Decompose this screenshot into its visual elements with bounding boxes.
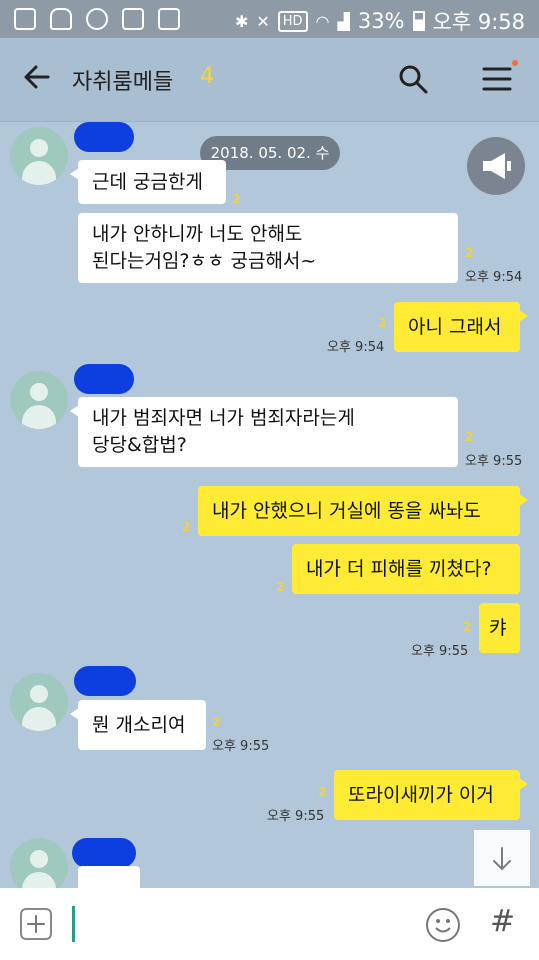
message-time: 오후 9:55 bbox=[411, 644, 469, 659]
megaphone-icon bbox=[483, 153, 511, 179]
message-time: 오후 9:54 bbox=[327, 340, 385, 355]
unread-count: 2 bbox=[465, 246, 474, 260]
message-bubble[interactable]: 내가 범죄자면 너가 범죄자라는게 당당&합법? bbox=[70, 397, 458, 467]
avatar[interactable] bbox=[10, 673, 68, 731]
avatar[interactable] bbox=[10, 127, 68, 185]
add-notification-icon bbox=[14, 8, 36, 30]
unread-count: 2 bbox=[318, 785, 327, 799]
new-badge-dot bbox=[512, 60, 518, 66]
redacted-name bbox=[74, 666, 136, 696]
status-right: ✱ ✕ HD ◠ ▟ 33% 오후 9:58 bbox=[235, 6, 525, 36]
my-message-bubble[interactable]: 내가 안했으니 거실에 똥을 싸놔도 bbox=[198, 486, 528, 536]
unread-count: 2 bbox=[232, 192, 241, 206]
scroll-to-bottom-button[interactable] bbox=[474, 830, 530, 886]
bell-icon bbox=[50, 8, 72, 30]
plus-icon bbox=[27, 915, 45, 933]
room-title: 자취룸메들 bbox=[72, 70, 174, 95]
message-text: 내가 더 피해를 끼쳤다? bbox=[306, 557, 492, 580]
battery-percent: 33% bbox=[357, 9, 405, 33]
status-bar: ✱ ✕ HD ◠ ▟ 33% 오후 9:58 bbox=[0, 0, 539, 38]
message-input[interactable] bbox=[72, 906, 75, 942]
my-message-bubble[interactable]: 또라이새끼가 이거 bbox=[334, 770, 528, 820]
redacted-name bbox=[74, 364, 134, 394]
menu-icon[interactable] bbox=[482, 66, 512, 92]
bluetooth-icon: ✱ bbox=[234, 11, 249, 31]
alarm-icon bbox=[86, 8, 108, 30]
back-arrow-icon[interactable] bbox=[22, 62, 52, 92]
emoji-button[interactable] bbox=[426, 908, 460, 942]
youtube-icon bbox=[122, 8, 144, 30]
message-bubble[interactable]: 근데 궁금한게 bbox=[70, 160, 226, 204]
unread-count: 2 bbox=[463, 620, 472, 634]
message-text: 내가 안하니까 너도 안해도 된다는거임?ㅎㅎ 궁금해서~ bbox=[92, 223, 317, 272]
hash-icon[interactable]: # bbox=[490, 904, 515, 939]
avatar[interactable] bbox=[10, 371, 68, 429]
mute-icon: ✕ bbox=[256, 11, 270, 31]
message-input-bar: # bbox=[0, 888, 539, 960]
message-bubble[interactable]: 내가 안하니까 너도 안해도 된다는거임?ㅎㅎ 궁금해서~ bbox=[78, 213, 458, 283]
message-text: 아니 그래서 bbox=[408, 315, 502, 338]
battery-icon bbox=[412, 11, 425, 31]
message-text: 뭔 개소리여 bbox=[92, 713, 186, 736]
notification-icons bbox=[14, 8, 180, 30]
message-text: 또라이새끼가 이거 bbox=[348, 783, 494, 806]
my-message-bubble[interactable]: 내가 더 피해를 끼쳤다? bbox=[292, 544, 520, 594]
notice-button[interactable] bbox=[467, 137, 525, 195]
unread-count: 2 bbox=[182, 520, 191, 534]
hd-badge: HD bbox=[277, 10, 308, 32]
message-text: 내가 범죄자면 너가 범죄자라는게 당당&합법? bbox=[92, 407, 355, 456]
emoji-icon bbox=[435, 919, 451, 933]
clock: 오후 9:58 bbox=[432, 10, 525, 34]
wrench-icon bbox=[158, 8, 180, 30]
unread-count: 2 bbox=[276, 580, 285, 594]
unread-count: 2 bbox=[378, 316, 387, 330]
message-text: 내가 안했으니 거실에 똥을 싸놔도 bbox=[212, 499, 481, 522]
message-time: 오후 9:54 bbox=[465, 270, 523, 285]
signal-icon: ▟ bbox=[337, 11, 350, 31]
message-text: 캬 bbox=[489, 616, 507, 639]
message-bubble[interactable]: 뭔 개소리여 bbox=[70, 700, 206, 750]
redacted-name bbox=[74, 122, 134, 152]
message-time: 오후 9:55 bbox=[267, 809, 325, 824]
unread-count: 2 bbox=[212, 715, 221, 729]
message-time: 오후 9:55 bbox=[465, 454, 523, 469]
unread-count: 2 bbox=[465, 430, 474, 444]
scroll-down-icon bbox=[493, 847, 511, 871]
message-time: 오후 9:55 bbox=[212, 739, 270, 754]
my-message-bubble[interactable]: 캬 bbox=[479, 603, 520, 653]
chat-header: 자취룸메들 4 bbox=[0, 38, 539, 122]
plus-button[interactable] bbox=[20, 908, 52, 940]
my-message-bubble[interactable]: 아니 그래서 bbox=[394, 302, 528, 352]
redacted-name bbox=[72, 838, 136, 868]
search-icon[interactable] bbox=[398, 64, 428, 94]
message-text: 근데 궁금한게 bbox=[92, 170, 203, 193]
member-count: 4 bbox=[200, 64, 214, 89]
wifi-icon: ◠ bbox=[315, 11, 330, 31]
